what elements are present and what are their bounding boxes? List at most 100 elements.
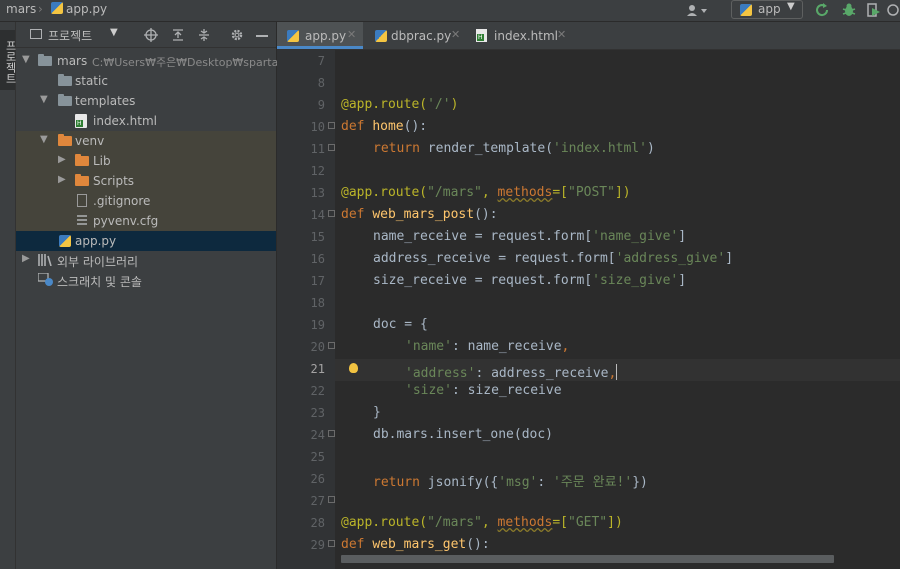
tree-item-label: pyvenv.cfg <box>93 214 159 228</box>
hide-panel-icon[interactable] <box>256 35 268 37</box>
code-line-15: name_receive = request.form['name_give'] <box>373 229 687 244</box>
rerun-icon[interactable] <box>815 2 831 18</box>
project-view-icon <box>30 29 42 39</box>
tree-item-label: index.html <box>93 114 157 128</box>
tree-item-templates[interactable]: ▼ templates <box>16 91 276 111</box>
code-line-20: 'name': name_receive, <box>405 339 570 354</box>
chevron-right-icon[interactable]: ▶ <box>58 154 66 165</box>
tree-item-pyvenv-cfg[interactable]: pyvenv.cfg <box>16 211 276 231</box>
code-line-29: def web_mars_get(): <box>341 537 490 552</box>
tree-item-label: mars <box>57 54 88 68</box>
library-icon <box>38 254 52 266</box>
breadcrumb-separator-icon: › <box>38 2 43 16</box>
tree-item-index-html[interactable]: H index.html <box>16 111 276 131</box>
debug-icon[interactable] <box>841 2 857 18</box>
tree-item-label: 외부 라이브러리 <box>57 255 139 269</box>
tab-app-py[interactable]: app.py ✕ <box>277 22 363 49</box>
folder-icon <box>75 154 89 166</box>
tree-item-gitignore[interactable]: .gitignore <box>16 191 276 211</box>
fold-marker-icon[interactable] <box>328 496 335 503</box>
python-config-icon <box>740 4 752 16</box>
python-file-icon <box>287 30 299 42</box>
folder-icon <box>58 74 72 86</box>
gear-icon[interactable] <box>230 28 244 42</box>
tree-item-scripts[interactable]: ▶ Scripts <box>16 171 276 191</box>
horizontal-scrollbar[interactable] <box>341 555 834 563</box>
tree-item-label: static <box>75 74 108 88</box>
close-icon[interactable]: ✕ <box>451 28 460 41</box>
chevron-right-icon[interactable]: ▶ <box>58 174 66 185</box>
code-line-11: return render_template('index.html') <box>373 141 655 156</box>
code-line-26: return jsonify({'msg': '주문 완료!'}) <box>373 475 648 490</box>
coverage-icon[interactable] <box>866 2 884 18</box>
scratches-icon <box>38 273 53 286</box>
tree-item-lib[interactable]: ▶ Lib <box>16 151 276 171</box>
fold-marker-icon[interactable] <box>328 122 335 129</box>
breadcrumb-file[interactable]: app.py <box>51 2 107 16</box>
tree-item-label: .gitignore <box>93 194 151 208</box>
tree-item-venv[interactable]: ▼ venv <box>16 131 276 151</box>
folder-icon <box>75 174 89 186</box>
python-file-icon <box>51 2 63 14</box>
tree-item-label: Scripts <box>93 174 135 188</box>
fold-marker-icon[interactable] <box>328 144 335 151</box>
locate-icon[interactable] <box>144 28 158 42</box>
code-line-23: } <box>373 405 381 420</box>
fold-marker-icon[interactable] <box>328 342 335 349</box>
fold-marker-icon[interactable] <box>328 210 335 217</box>
code-line-22: 'size': size_receive <box>405 383 562 398</box>
project-panel: 프로젝트 ▼ ▼ mars C:₩Users₩주은₩Desktop₩sparta… <box>16 22 289 569</box>
folder-icon <box>58 94 72 106</box>
config-file-icon <box>77 215 87 225</box>
ignore-file-icon <box>77 194 87 207</box>
close-icon[interactable]: ✕ <box>347 28 356 41</box>
fold-marker-icon[interactable] <box>328 430 335 437</box>
tool-window-strip: 프로젝트 <box>0 22 17 569</box>
tree-item-app-py[interactable]: app.py <box>16 231 276 251</box>
view-select-chevron-icon[interactable]: ▼ <box>110 27 118 38</box>
code-line-24: db.mars.insert_one(doc) <box>373 427 554 442</box>
tree-item-external-libraries[interactable]: ▶ 외부 라이브러리 <box>16 250 276 270</box>
editor: app.py ✕ dbprac.py ✕ H index.html ✕ 7 8 … <box>277 22 900 569</box>
navigation-bar: mars › app.py app ▼ <box>0 0 900 22</box>
folder-icon <box>58 134 72 146</box>
code-line-16: address_receive = request.form['address_… <box>373 251 734 266</box>
folder-icon <box>38 54 52 66</box>
tab-index-html[interactable]: H index.html ✕ <box>465 22 575 49</box>
code-area[interactable]: @app.route('/') def home(): return rende… <box>277 50 900 569</box>
html-file-icon: H <box>476 29 487 42</box>
tree-item-label: venv <box>75 134 105 148</box>
project-panel-header: 프로젝트 ▼ <box>16 22 276 48</box>
chevron-down-icon[interactable]: ▼ <box>40 134 48 145</box>
chevron-down-icon[interactable]: ▼ <box>22 54 30 65</box>
fold-marker-icon[interactable] <box>328 540 335 547</box>
tree-item-label: templates <box>75 94 136 108</box>
html-file-icon: H <box>75 114 87 128</box>
editor-tabs: app.py ✕ dbprac.py ✕ H index.html ✕ <box>277 22 900 50</box>
collapse-all-icon[interactable] <box>197 28 211 42</box>
chevron-down-icon[interactable]: ▼ <box>40 94 48 105</box>
code-line-14: def web_mars_post(): <box>341 207 498 222</box>
python-file-icon <box>59 235 71 247</box>
code-line-21: 'address': address_receive, <box>405 364 618 381</box>
code-line-9: @app.route('/') <box>341 97 459 112</box>
project-path: C:₩Users₩주은₩Desktop₩sparta₩ <box>92 56 290 69</box>
profile-icon[interactable] <box>886 2 900 18</box>
tree-item-label: app.py <box>75 234 117 248</box>
tab-dbprac-py[interactable]: dbprac.py ✕ <box>365 22 465 49</box>
project-tool-button[interactable]: 프로젝트 <box>0 30 17 90</box>
project-view-title[interactable]: 프로젝트 <box>48 27 92 44</box>
tree-item-static[interactable]: static <box>16 71 276 91</box>
chevron-right-icon[interactable]: ▶ <box>22 253 30 264</box>
code-line-28: @app.route("/mars", methods=["GET"]) <box>341 515 623 530</box>
code-line-10: def home(): <box>341 119 428 134</box>
close-icon[interactable]: ✕ <box>557 28 566 41</box>
breadcrumb-project[interactable]: mars <box>6 2 36 16</box>
expand-all-icon[interactable] <box>171 28 185 42</box>
tree-item-label: Lib <box>93 154 111 168</box>
tree-item-root[interactable]: ▼ mars C:₩Users₩주은₩Desktop₩sparta₩ <box>16 51 289 71</box>
run-configuration-select[interactable]: app ▼ <box>731 0 803 19</box>
user-icon[interactable] <box>686 3 712 19</box>
tree-item-label: 스크래치 및 콘솔 <box>57 275 142 289</box>
tree-item-scratches[interactable]: 스크래치 및 콘솔 <box>16 270 276 290</box>
